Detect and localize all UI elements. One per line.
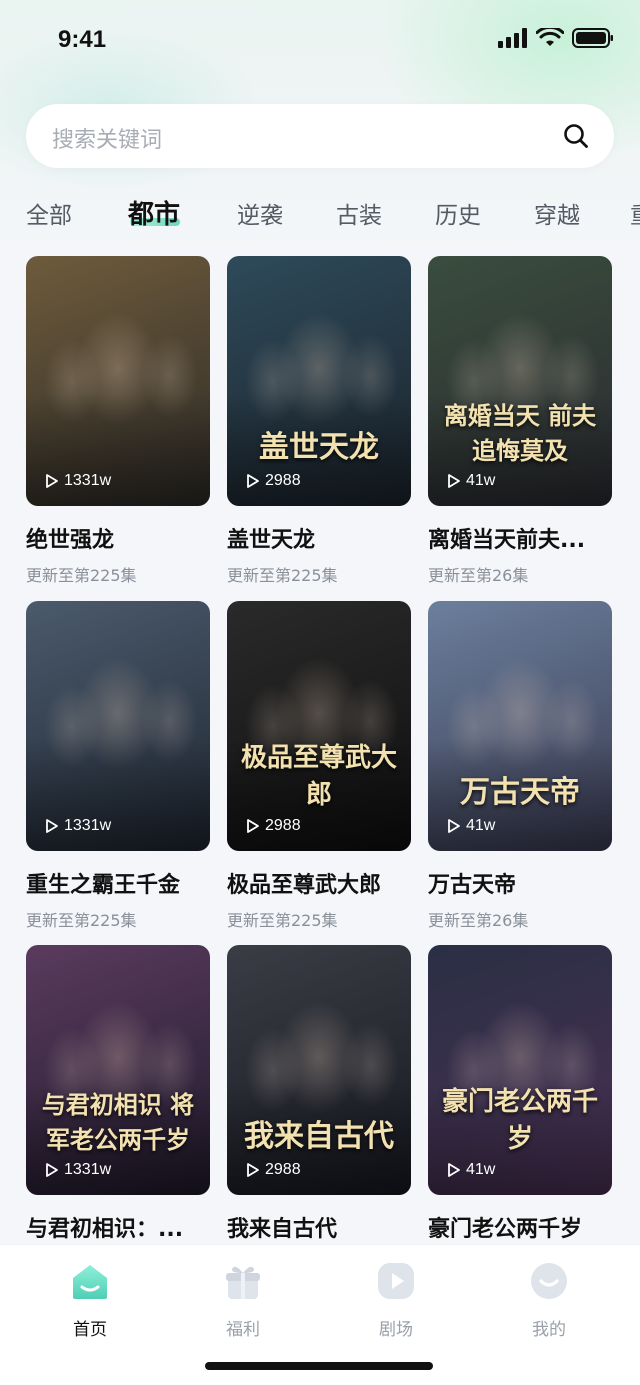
- play-icon: [46, 819, 58, 833]
- poster-image[interactable]: 1331w: [26, 256, 210, 506]
- episode-status: 更新至第225集: [227, 911, 338, 930]
- tab-urban[interactable]: 都市: [128, 194, 180, 231]
- drama-title[interactable]: 盖世天龙: [227, 522, 411, 554]
- status-bar: 9:41: [0, 0, 640, 84]
- play-count: 2988: [245, 817, 301, 835]
- drama-title[interactable]: 绝世强龙: [26, 522, 210, 554]
- tab-history[interactable]: 历史: [435, 196, 481, 230]
- poster-title: 豪门老公两千岁: [441, 1087, 598, 1154]
- profile-icon: [531, 1263, 567, 1299]
- poster-image[interactable]: 离婚当天 前夫追悔莫及 41w: [428, 256, 612, 506]
- episode-status: 更新至第26集: [428, 566, 529, 585]
- drama-card[interactable]: 万古天帝 41w 万古天帝 更新至第26集: [428, 601, 612, 931]
- play-count: 2988: [245, 1161, 301, 1179]
- play-count: 1331w: [44, 817, 111, 835]
- play-count-value: 2988: [265, 472, 301, 489]
- drama-title[interactable]: 离婚当天前夫...: [428, 522, 612, 554]
- play-count: 41w: [446, 817, 495, 835]
- poster-image[interactable]: 与君初相识 将军老公两千岁 1331w: [26, 945, 210, 1195]
- play-count: 1331w: [44, 1161, 111, 1179]
- drama-title[interactable]: 极品至尊武大郎: [227, 867, 411, 899]
- nav-welfare[interactable]: 福利: [198, 1261, 288, 1340]
- drama-card[interactable]: 豪门老公两千岁 41w 豪门老公两千岁: [428, 945, 612, 1243]
- play-icon: [448, 474, 460, 488]
- poster-image[interactable]: 极品至尊武大郎 2988: [227, 601, 411, 851]
- drama-title[interactable]: 重生之霸王千金: [26, 867, 210, 899]
- poster-image[interactable]: 我来自古代 2988: [227, 945, 411, 1195]
- play-count: 41w: [446, 472, 495, 490]
- drama-title[interactable]: 与君初相识：...: [26, 1211, 210, 1243]
- gift-icon: [226, 1266, 260, 1299]
- nav-label: 首页: [73, 1320, 107, 1340]
- tab-more[interactable]: 重: [630, 196, 640, 230]
- play-icon: [247, 474, 259, 488]
- poster-image[interactable]: 豪门老公两千岁 41w: [428, 945, 612, 1195]
- play-count: 41w: [446, 1161, 495, 1179]
- tab-time-travel[interactable]: 穿越: [534, 196, 580, 230]
- drama-card[interactable]: 离婚当天 前夫追悔莫及 41w 离婚当天前夫... 更新至第26集: [428, 256, 612, 586]
- wifi-icon: [536, 28, 564, 46]
- play-icon: [448, 819, 460, 833]
- drama-card[interactable]: 我来自古代 2988 我来自古代: [227, 945, 411, 1243]
- play-icon: [247, 819, 259, 833]
- poster-title: 万古天帝: [460, 775, 580, 810]
- play-count: 2988: [245, 472, 301, 490]
- home-indicator: [205, 1362, 433, 1370]
- play-count-value: 1331w: [64, 472, 112, 489]
- nav-label: 福利: [226, 1320, 260, 1340]
- play-icon: [46, 1163, 58, 1177]
- tab-comeback[interactable]: 逆袭: [237, 196, 283, 230]
- nav-theater[interactable]: 剧场: [351, 1261, 441, 1340]
- status-time: 9:41: [58, 26, 107, 53]
- play-count-value: 1331w: [64, 817, 112, 834]
- tab-all[interactable]: 全部: [26, 196, 72, 230]
- home-icon: [73, 1265, 107, 1299]
- search-input[interactable]: 搜索关键词: [26, 104, 614, 168]
- drama-title[interactable]: 豪门老公两千岁: [428, 1211, 612, 1243]
- drama-card[interactable]: 盖世天龙 2988 盖世天龙 更新至第225集: [227, 256, 411, 586]
- nav-profile[interactable]: 我的: [504, 1261, 594, 1340]
- status-icons: [498, 28, 614, 48]
- drama-card[interactable]: 1331w 绝世强龙 更新至第225集: [26, 256, 210, 586]
- drama-title[interactable]: 万古天帝: [428, 867, 612, 899]
- episode-status: 更新至第225集: [26, 566, 137, 585]
- nav-home[interactable]: 首页: [45, 1261, 135, 1340]
- drama-card[interactable]: 与君初相识 将军老公两千岁 1331w 与君初相识：...: [26, 945, 210, 1243]
- drama-card[interactable]: 极品至尊武大郎 2988 极品至尊武大郎 更新至第225集: [227, 601, 411, 931]
- poster-title: 与君初相识 将军老公两千岁: [41, 1090, 195, 1154]
- tab-costume[interactable]: 古装: [336, 196, 382, 230]
- battery-icon: [572, 28, 613, 48]
- play-count-value: 1331w: [64, 1161, 112, 1178]
- play-count-value: 41w: [466, 1161, 496, 1178]
- episode-status: 更新至第225集: [227, 566, 338, 585]
- play-icon: [46, 474, 58, 488]
- episode-status: 更新至第225集: [26, 911, 137, 930]
- play-count-value: 2988: [265, 1161, 301, 1178]
- play-count-value: 41w: [466, 472, 496, 489]
- poster-title: 我来自古代: [244, 1119, 394, 1154]
- play-icon: [378, 1263, 414, 1299]
- poster-image[interactable]: 1331w: [26, 601, 210, 851]
- search-icon[interactable]: [562, 122, 590, 150]
- play-count-value: 41w: [466, 817, 496, 834]
- episode-status: 更新至第26集: [428, 911, 529, 930]
- poster-image[interactable]: 万古天帝 41w: [428, 601, 612, 851]
- poster-title: 离婚当天 前夫追悔莫及: [443, 401, 597, 465]
- nav-label: 剧场: [379, 1320, 413, 1340]
- play-count-value: 2988: [265, 817, 301, 834]
- category-tabs: 全部 都市 逆袭 古装 历史 穿越 重: [0, 190, 640, 238]
- drama-title[interactable]: 我来自古代: [227, 1211, 411, 1243]
- drama-card[interactable]: 1331w 重生之霸王千金 更新至第225集: [26, 601, 210, 931]
- nav-label: 我的: [532, 1320, 566, 1340]
- poster-image[interactable]: 盖世天龙 2988: [227, 256, 411, 506]
- play-icon: [448, 1163, 460, 1177]
- search-placeholder: 搜索关键词: [52, 128, 163, 153]
- poster-title: 极品至尊武大郎: [240, 743, 397, 810]
- cellular-signal-icon: [498, 28, 527, 48]
- play-count: 1331w: [44, 472, 111, 490]
- play-icon: [247, 1163, 259, 1177]
- poster-title: 盖世天龙: [259, 430, 379, 465]
